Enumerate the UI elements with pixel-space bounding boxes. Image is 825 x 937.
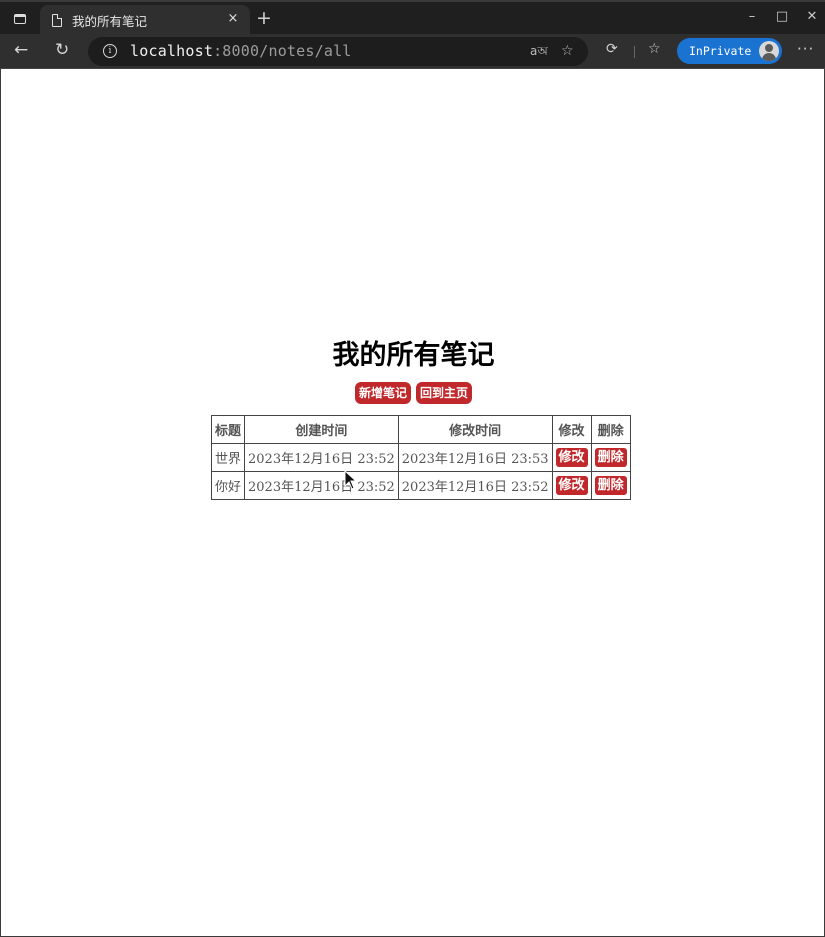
edit-button[interactable]: 修改 bbox=[555, 476, 588, 495]
url-text[interactable]: localhost:8000/notes/all bbox=[130, 42, 352, 60]
delete-button[interactable]: 删除 bbox=[594, 448, 627, 467]
header-modified: 修改时间 bbox=[397, 415, 553, 444]
profile-avatar-icon bbox=[759, 41, 779, 61]
header-created: 创建时间 bbox=[244, 415, 399, 444]
created-time: 2023年12月16日 23:52 bbox=[244, 443, 399, 472]
created-time: 2023年12月16日 23:52 bbox=[244, 471, 399, 500]
header-edit: 修改 bbox=[551, 415, 592, 444]
note-title: 世界 bbox=[210, 443, 246, 472]
note-title: 你好 bbox=[210, 471, 246, 500]
tab-close-icon[interactable]: × bbox=[224, 11, 242, 26]
minimize-icon[interactable]: – bbox=[745, 9, 759, 24]
page-icon bbox=[52, 14, 62, 27]
home-button[interactable]: 回到主页 bbox=[416, 382, 473, 404]
table-header-row: 标题 创建时间 修改时间 修改 删除 bbox=[210, 415, 631, 444]
close-window-icon[interactable]: ✕ bbox=[805, 9, 819, 24]
new-note-button[interactable]: 新增笔记 bbox=[354, 382, 411, 404]
page-viewport: 我的所有笔记 新增笔记 回到主页 标题 创建时间 修改时间 修改 删除 世界 2… bbox=[0, 69, 825, 937]
favorites-icon[interactable]: ☆ bbox=[648, 41, 661, 57]
window-controls: – □ ✕ bbox=[745, 9, 819, 24]
edit-cell: 修改 bbox=[551, 471, 592, 500]
edit-cell: 修改 bbox=[551, 443, 592, 472]
tab-title: 我的所有笔记 bbox=[72, 14, 148, 29]
header-title: 标题 bbox=[210, 415, 246, 444]
toolbar-divider bbox=[634, 46, 635, 58]
browser-tab-bar: 我的所有笔记 × + – □ ✕ bbox=[0, 0, 825, 36]
delete-cell: 删除 bbox=[590, 471, 631, 500]
inprivate-badge[interactable]: InPrivate bbox=[677, 38, 782, 64]
notes-table: 标题 创建时间 修改时间 修改 删除 世界 2023年12月16日 23:52 … bbox=[210, 415, 631, 500]
refresh-icon[interactable]: ↻ bbox=[55, 40, 69, 60]
back-arrow-icon[interactable]: ← bbox=[14, 40, 28, 60]
extensions-icon[interactable]: ⟳ bbox=[606, 41, 618, 57]
address-bar[interactable]: i localhost:8000/notes/all aঅ ☆ bbox=[88, 37, 588, 66]
address-toolbar: ← ↻ i localhost:8000/notes/all aঅ ☆ ⟳ ☆ … bbox=[0, 34, 825, 69]
page-title: 我的所有笔记 bbox=[332, 340, 495, 371]
tab-actions-icon[interactable] bbox=[10, 9, 30, 29]
inprivate-label: InPrivate bbox=[689, 44, 752, 58]
maximize-icon[interactable]: □ bbox=[775, 9, 789, 24]
modified-time: 2023年12月16日 23:53 bbox=[397, 443, 553, 472]
delete-cell: 删除 bbox=[590, 443, 631, 472]
more-options-icon[interactable]: ··· bbox=[797, 40, 814, 58]
action-buttons: 新增笔记 回到主页 bbox=[1, 382, 825, 404]
header-delete: 删除 bbox=[590, 415, 631, 444]
edit-button[interactable]: 修改 bbox=[555, 448, 588, 467]
delete-button[interactable]: 删除 bbox=[594, 476, 627, 495]
table-row: 你好 2023年12月16日 23:52 2023年12月16日 23:52 修… bbox=[210, 471, 631, 500]
new-tab-button[interactable]: + bbox=[256, 7, 272, 29]
read-aloud-icon[interactable]: aঅ bbox=[530, 43, 548, 63]
table-row: 世界 2023年12月16日 23:52 2023年12月16日 23:53 修… bbox=[210, 443, 631, 472]
modified-time: 2023年12月16日 23:52 bbox=[397, 471, 553, 500]
info-icon[interactable]: i bbox=[103, 44, 117, 58]
browser-tab[interactable]: 我的所有笔记 × bbox=[40, 5, 250, 36]
add-favorite-icon[interactable]: ☆ bbox=[561, 43, 574, 59]
